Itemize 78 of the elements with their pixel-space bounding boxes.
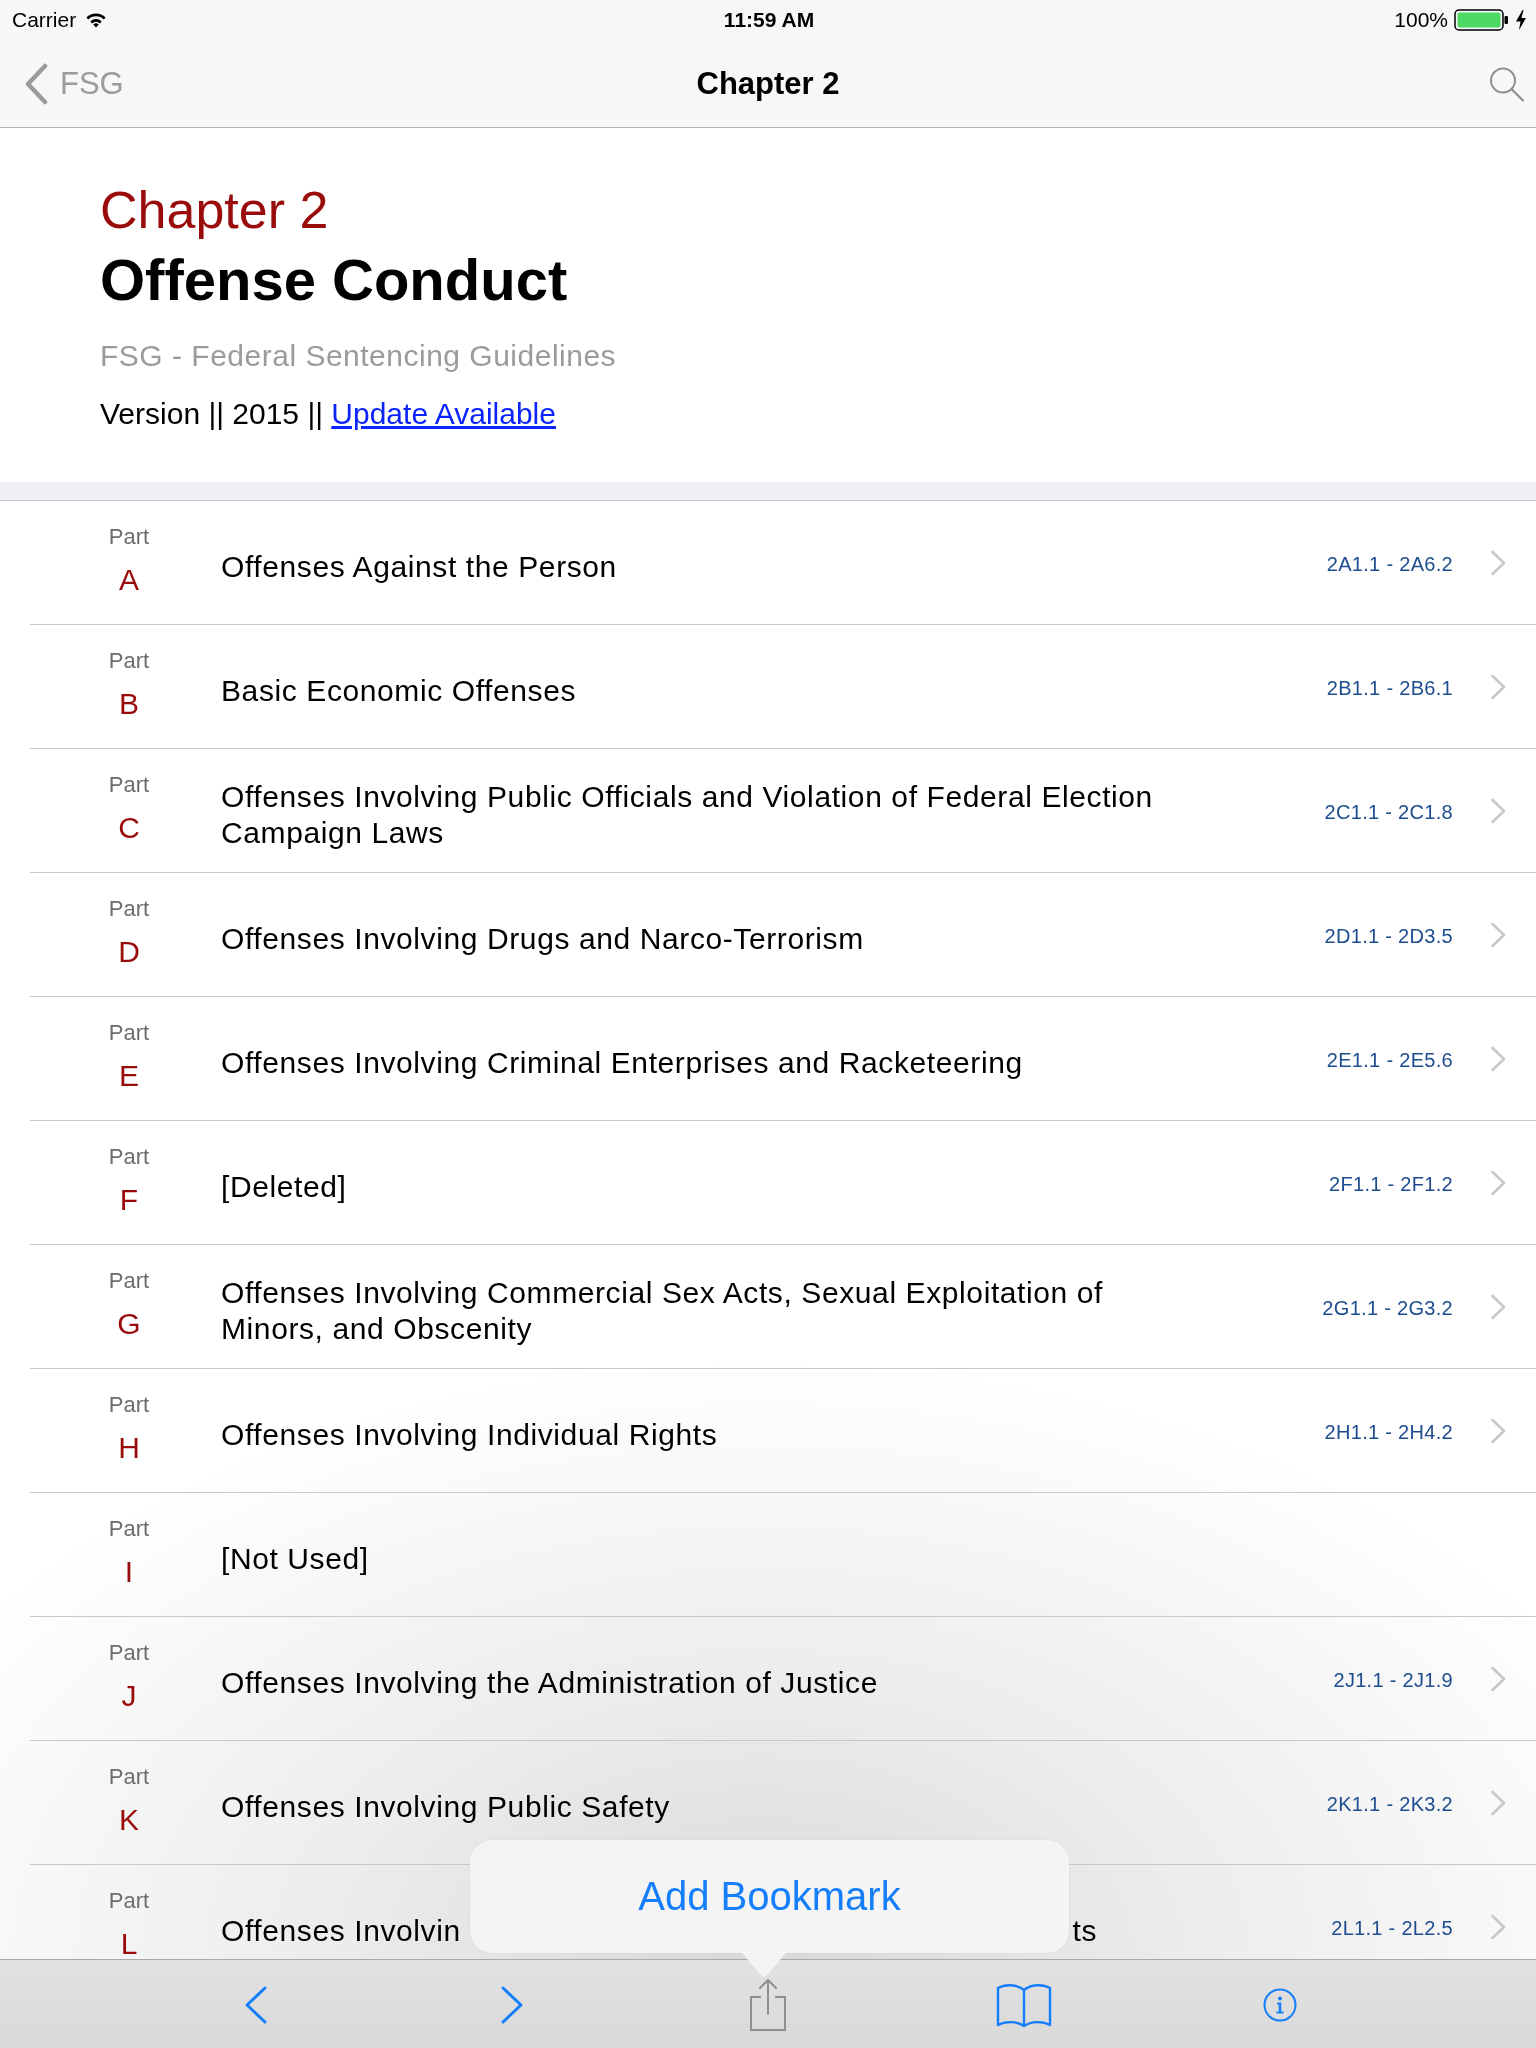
part-letter: H [118, 1434, 140, 1462]
part-title: Offenses Involving Commercial Sex Acts, Sexual Exploitation of Minors, and Obscenity [221, 1274, 1105, 1347]
part-row[interactable]: Part D Offenses Involving Drugs and Narco-Terrorism 2D1.1 - 2D3.5 [30, 873, 1536, 997]
part-letter: K [119, 1806, 139, 1834]
wifi-icon [85, 12, 108, 28]
part-label: Part [108, 772, 150, 798]
section-range: 2K1.1 - 2K3.2 [1326, 1793, 1453, 1816]
part-letter: C [118, 814, 140, 842]
chapter-title: Offense Conduct [100, 247, 568, 313]
section-range: 2B1.1 - 2B6.1 [1326, 677, 1453, 700]
section-range: 2A1.1 - 2A6.2 [1326, 553, 1453, 576]
search-icon [1488, 65, 1526, 102]
part-letter: J [121, 1682, 137, 1710]
part-row[interactable]: Part F [Deleted] 2F1.1 - 2F1.2 [30, 1121, 1536, 1245]
add-bookmark-button[interactable]: Add Bookmark [470, 1840, 1069, 1953]
part-title: Offenses Involving Drugs and Narco-Terrorism [221, 920, 864, 957]
part-label: Part [108, 1516, 150, 1542]
section-range: 2E1.1 - 2E5.6 [1326, 1049, 1453, 1072]
part-label: Part [108, 1640, 150, 1666]
part-title: Basic Economic Offenses [221, 672, 577, 709]
part-label: Part [108, 1764, 150, 1790]
chevron-left-icon [24, 62, 48, 105]
part-letter: G [117, 1310, 141, 1338]
part-row[interactable]: Part A Offenses Against the Person 2A1.1 - 2A6.2 [30, 501, 1536, 625]
part-label: Part [108, 896, 150, 922]
battery-icon [1454, 9, 1510, 31]
part-row[interactable]: Part B Basic Economic Offenses 2B1.1 - 2B6.1 [30, 625, 1536, 749]
charging-bolt-icon [1516, 10, 1526, 30]
section-range: 2G1.1 - 2G3.2 [1322, 1297, 1453, 1320]
section-range: 2J1.1 - 2J1.9 [1333, 1669, 1453, 1692]
book-subtitle: FSG - Federal Sentencing Guidelines [100, 338, 617, 374]
part-title: Offenses Involving Public Safety [221, 1788, 670, 1825]
section-range: 2D1.1 - 2D3.5 [1324, 925, 1453, 948]
part-title: [Not Used] [221, 1540, 369, 1577]
part-row[interactable]: Part G Offenses Involving Commercial Sex Acts, Sexual Exploitation of Minors, and Obscenity 2G1.1 - 2G3.2 [30, 1245, 1536, 1369]
status-time: 11:59 AM [723, 8, 815, 32]
part-title: [Deleted] [221, 1168, 347, 1205]
part-title-fragment: ts [1072, 1912, 1097, 1949]
section-range: 2H1.1 - 2H4.2 [1324, 1421, 1453, 1444]
part-title: Offenses Against the Person [221, 548, 617, 585]
section-range: 2C1.1 - 2C1.8 [1324, 801, 1453, 824]
open-book-icon [996, 1982, 1052, 2028]
carrier-name: Carrier [12, 8, 77, 32]
part-title: Offenses Involvin [221, 1912, 461, 1949]
part-letter: L [120, 1930, 138, 1958]
part-letter: B [119, 690, 139, 718]
part-letter: E [119, 1062, 139, 1090]
part-title: Offenses Involving Public Officials and Violation of Federal Election Campaign Laws [221, 778, 1154, 851]
part-row[interactable]: Part C Offenses Involving Public Officials and Violation of Federal Election Campaign Laws 2C1.1 - 2C1.8 [30, 749, 1536, 873]
part-label: Part [108, 1268, 150, 1294]
update-link[interactable]: Update Available [331, 397, 556, 430]
part-label: Part [108, 1392, 150, 1418]
part-letter: F [119, 1186, 139, 1214]
info-icon [1263, 1988, 1297, 2022]
part-letter: I [124, 1558, 134, 1586]
section-range: 2F1.1 - 2F1.2 [1329, 1173, 1453, 1196]
part-letter: D [118, 938, 140, 966]
section-range: 2L1.1 - 2L2.5 [1331, 1917, 1453, 1940]
version-line: Version || 2015 || Update Available [100, 396, 556, 432]
part-label: Part [108, 1888, 150, 1914]
part-row[interactable]: Part I [Not Used] [30, 1493, 1536, 1617]
chevron-right-icon [499, 1985, 525, 2025]
part-title: Offenses Involving Criminal Enterprises and Racketeering [221, 1044, 1023, 1081]
part-title: Offenses Involving Individual Rights [221, 1416, 718, 1453]
part-row[interactable]: Part H Offenses Involving Individual Rights 2H1.1 - 2H4.2 [30, 1369, 1536, 1493]
part-title: Offenses Involving the Administration of Justice [221, 1664, 878, 1701]
part-row[interactable]: Part E Offenses Involving Criminal Enterprises and Racketeering 2E1.1 - 2E5.6 [30, 997, 1536, 1121]
chapter-number: Chapter 2 [100, 180, 329, 240]
part-label: Part [108, 648, 150, 674]
part-label: Part [108, 1020, 150, 1046]
part-label: Part [108, 524, 150, 550]
nav-title: Chapter 2 [696, 65, 840, 102]
part-label: Part [108, 1144, 150, 1170]
part-row[interactable]: Part J Offenses Involving the Administration of Justice 2J1.1 - 2J1.9 [30, 1617, 1536, 1741]
chevron-left-icon [243, 1985, 269, 2025]
battery-percent: 100% [1394, 8, 1448, 32]
share-icon [748, 1978, 788, 2032]
part-letter: A [119, 566, 139, 594]
